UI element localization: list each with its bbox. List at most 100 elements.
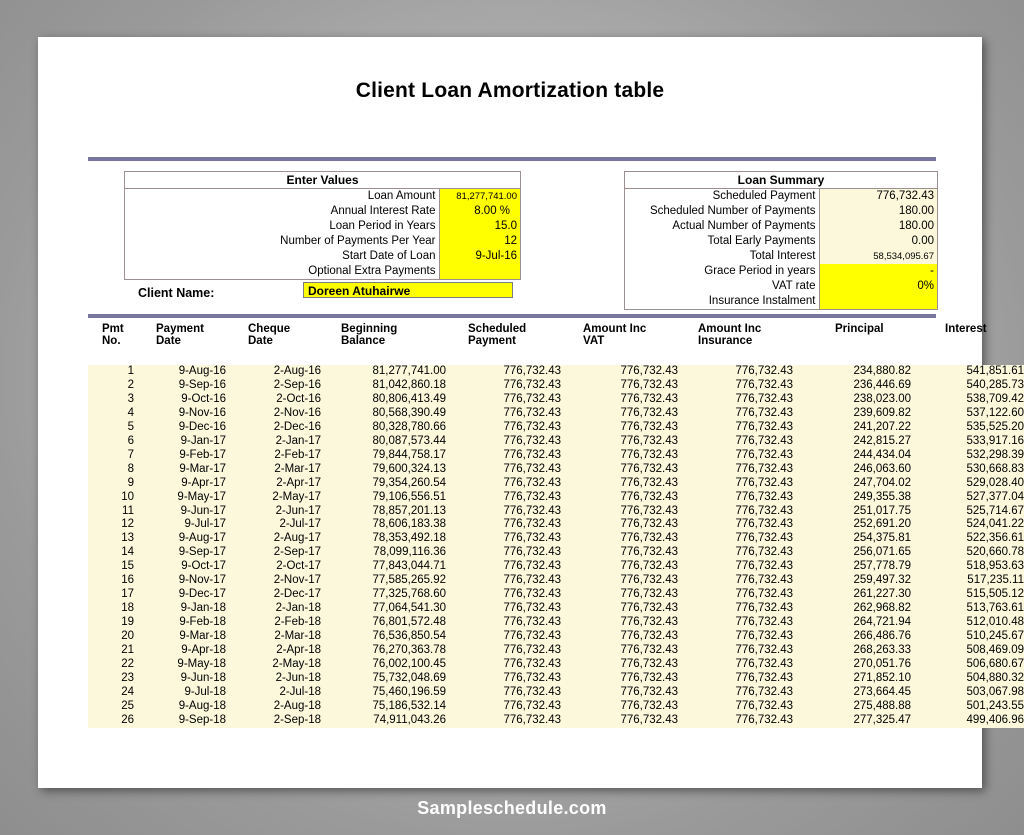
- cell-interest: 538,709.42: [966, 392, 1024, 405]
- cell-pmt-no: 22: [121, 658, 134, 671]
- page-title: Client Loan Amortization table: [355, 79, 665, 102]
- cell-pmt-no: 11: [122, 504, 134, 517]
- table-row: 7 9-Feb-17 2-Feb-17 79,844,758.17 776,732.43…: [88, 448, 1024, 463]
- enter-values-row-input[interactable]: 9-Jul-16: [438, 249, 521, 264]
- enter-values-row-input[interactable]: 12: [438, 234, 521, 249]
- enter-values-row-input[interactable]: 15.0: [438, 219, 521, 234]
- table-row: 3 9-Oct-16 2-Oct-16 80,806,413.49 776,732.43…: [88, 392, 1024, 407]
- cell-beginning-balance: 80,568,390.49: [372, 406, 446, 419]
- enter-values-row-input[interactable]: 8.00 %: [438, 204, 521, 219]
- cell-beginning-balance: 79,106,556.51: [372, 490, 446, 503]
- cell-scheduled-payment: 776,732.43: [503, 490, 561, 503]
- cell-beginning-balance: 80,328,780.66: [372, 420, 446, 433]
- cell-amount-inc-vat: 776,732.43: [620, 560, 678, 573]
- cell-payment-date: 9-Sep-18: [178, 713, 226, 726]
- cell-amount-inc-insurance: 776,732.43: [735, 699, 793, 712]
- cell-interest: 513,763.61: [966, 602, 1024, 615]
- cell-beginning-balance: 75,460,196.59: [372, 685, 446, 698]
- cell-beginning-balance: 79,844,758.17: [372, 448, 446, 461]
- table-row: 4 9-Nov-16 2-Nov-16 80,568,390.49 776,732.43…: [88, 406, 1024, 421]
- loan-summary-row-value[interactable]: 0%: [818, 279, 938, 294]
- table-row: 22 9-May-18 2-May-18 76,002,100.45 776,732.4…: [88, 658, 1024, 672]
- table-row: 21 9-Apr-18 2-Apr-18 76,270,363.78 776,732.4…: [88, 644, 1024, 659]
- cell-beginning-balance: 79,354,260.54: [372, 476, 446, 489]
- cell-interest: 518,953.63: [966, 560, 1024, 573]
- cell-payment-date: 9-Oct-17: [181, 560, 226, 573]
- cell-cheque-date: 2-Sep-18: [273, 713, 321, 726]
- footer-watermark: Sampleschedule.com: [417, 798, 607, 818]
- loan-summary-row: VAT rate 0%: [625, 279, 938, 294]
- cell-interest: 504,880.32: [966, 671, 1024, 684]
- cell-scheduled-payment: 776,732.43: [503, 616, 561, 629]
- cell-principal: 268,263.33: [853, 644, 911, 657]
- cell-beginning-balance: 81,277,741.00: [372, 365, 446, 377]
- cell-scheduled-payment: 776,732.43: [503, 574, 561, 587]
- cell-amount-inc-insurance: 776,732.43: [735, 588, 793, 601]
- cell-cheque-date: 2-Apr-17: [276, 476, 321, 489]
- cell-principal: 247,704.02: [853, 476, 911, 489]
- cell-amount-inc-insurance: 776,732.43: [735, 560, 793, 573]
- table-column-header-line1: Amount Inc: [583, 323, 647, 335]
- client-name-label: Client Name:: [138, 286, 215, 300]
- cell-beginning-balance: 76,002,100.45: [372, 658, 446, 671]
- table-header-row: Pmt No. Payment Date Cheque Date Beginning Bala…: [88, 323, 1024, 365]
- loan-summary-row-label: Total Early Payments: [707, 235, 816, 247]
- enter-values-row-label: Number of Payments Per Year: [280, 235, 436, 247]
- cell-beginning-balance: 76,801,572.48: [372, 616, 446, 629]
- cell-beginning-balance: 77,064,541.30: [372, 602, 446, 615]
- cell-cheque-date: 2-Jul-17: [279, 518, 321, 531]
- cell-scheduled-payment: 776,732.43: [503, 434, 561, 447]
- loan-summary-row-value: 776,732.43: [818, 188, 938, 204]
- cell-payment-date: 9-Dec-17: [178, 588, 226, 601]
- enter-values-table: Enter Values Loan Amount 81,277,741.00 Ann…: [125, 172, 521, 279]
- enter-values-row-input[interactable]: 81,277,741.00: [438, 188, 521, 204]
- cell-pmt-no: 2: [127, 378, 134, 391]
- client-name-input[interactable]: Doreen Atuhairwe: [303, 282, 513, 298]
- cell-beginning-balance: 78,606,183.38: [372, 518, 446, 531]
- cell-amount-inc-insurance: 776,732.43: [735, 434, 793, 447]
- cell-amount-inc-vat: 776,732.43: [620, 574, 678, 587]
- cell-principal: 239,609.82: [853, 406, 911, 419]
- cell-amount-inc-vat: 776,732.43: [620, 588, 678, 601]
- enter-values-row: Start Date of Loan 9-Jul-16: [125, 249, 521, 264]
- cell-scheduled-payment: 776,732.43: [503, 518, 561, 531]
- enter-values-row-input[interactable]: [438, 264, 521, 279]
- cell-payment-date: 9-Jun-18: [180, 671, 226, 684]
- cell-cheque-date: 2-Mar-18: [274, 630, 321, 643]
- cell-beginning-balance: 79,600,324.13: [372, 462, 446, 475]
- cell-amount-inc-vat: 776,732.43: [620, 365, 678, 377]
- cell-amount-inc-insurance: 776,732.43: [735, 546, 793, 559]
- cell-pmt-no: 18: [121, 602, 134, 615]
- table-row: 24 9-Jul-18 2-Jul-18 75,460,196.59 776,732.4…: [88, 685, 1024, 700]
- cell-principal: 262,968.82: [853, 602, 911, 615]
- loan-summary-row-value: 0.00: [818, 234, 938, 249]
- cell-interest: 506,680.67: [966, 658, 1024, 671]
- table-row: 1 9-Aug-16 2-Aug-16 81,277,741.00 776,732.43…: [88, 365, 1024, 379]
- cell-amount-inc-insurance: 776,732.43: [735, 406, 793, 419]
- loan-summary-row-value[interactable]: -: [818, 264, 938, 279]
- cell-payment-date: 9-Mar-18: [179, 630, 226, 643]
- cell-scheduled-payment: 776,732.43: [503, 448, 561, 461]
- cell-amount-inc-vat: 776,732.43: [620, 448, 678, 461]
- cell-scheduled-payment: 776,732.43: [503, 462, 561, 475]
- cell-payment-date: 9-Nov-16: [178, 406, 226, 419]
- cell-principal: 275,488.88: [853, 699, 911, 712]
- cell-amount-inc-insurance: 776,732.43: [735, 574, 793, 587]
- cell-payment-date: 9-Jan-18: [180, 602, 226, 615]
- cell-beginning-balance: 80,806,413.49: [372, 392, 446, 405]
- loan-summary-row-value[interactable]: [818, 294, 938, 309]
- cell-amount-inc-vat: 776,732.43: [620, 713, 678, 726]
- cell-interest: 524,041.22: [966, 518, 1024, 531]
- cell-interest: 525,714.67: [966, 504, 1024, 517]
- cell-cheque-date: 2-Aug-17: [273, 532, 321, 545]
- cell-amount-inc-vat: 776,732.43: [620, 490, 678, 503]
- cell-interest: 508,469.09: [966, 644, 1024, 657]
- cell-cheque-date: 2-Aug-16: [273, 365, 321, 377]
- cell-amount-inc-vat: 776,732.43: [620, 462, 678, 475]
- table-column-header-line1: Payment: [156, 323, 204, 335]
- divider-table-top: [88, 313, 936, 319]
- cell-amount-inc-vat: 776,732.43: [620, 671, 678, 684]
- cell-payment-date: 9-Jun-17: [180, 504, 226, 517]
- table-column-header-line1: Amount Inc: [698, 323, 762, 335]
- enter-values-row: Loan Period in Years 15.0: [125, 219, 521, 234]
